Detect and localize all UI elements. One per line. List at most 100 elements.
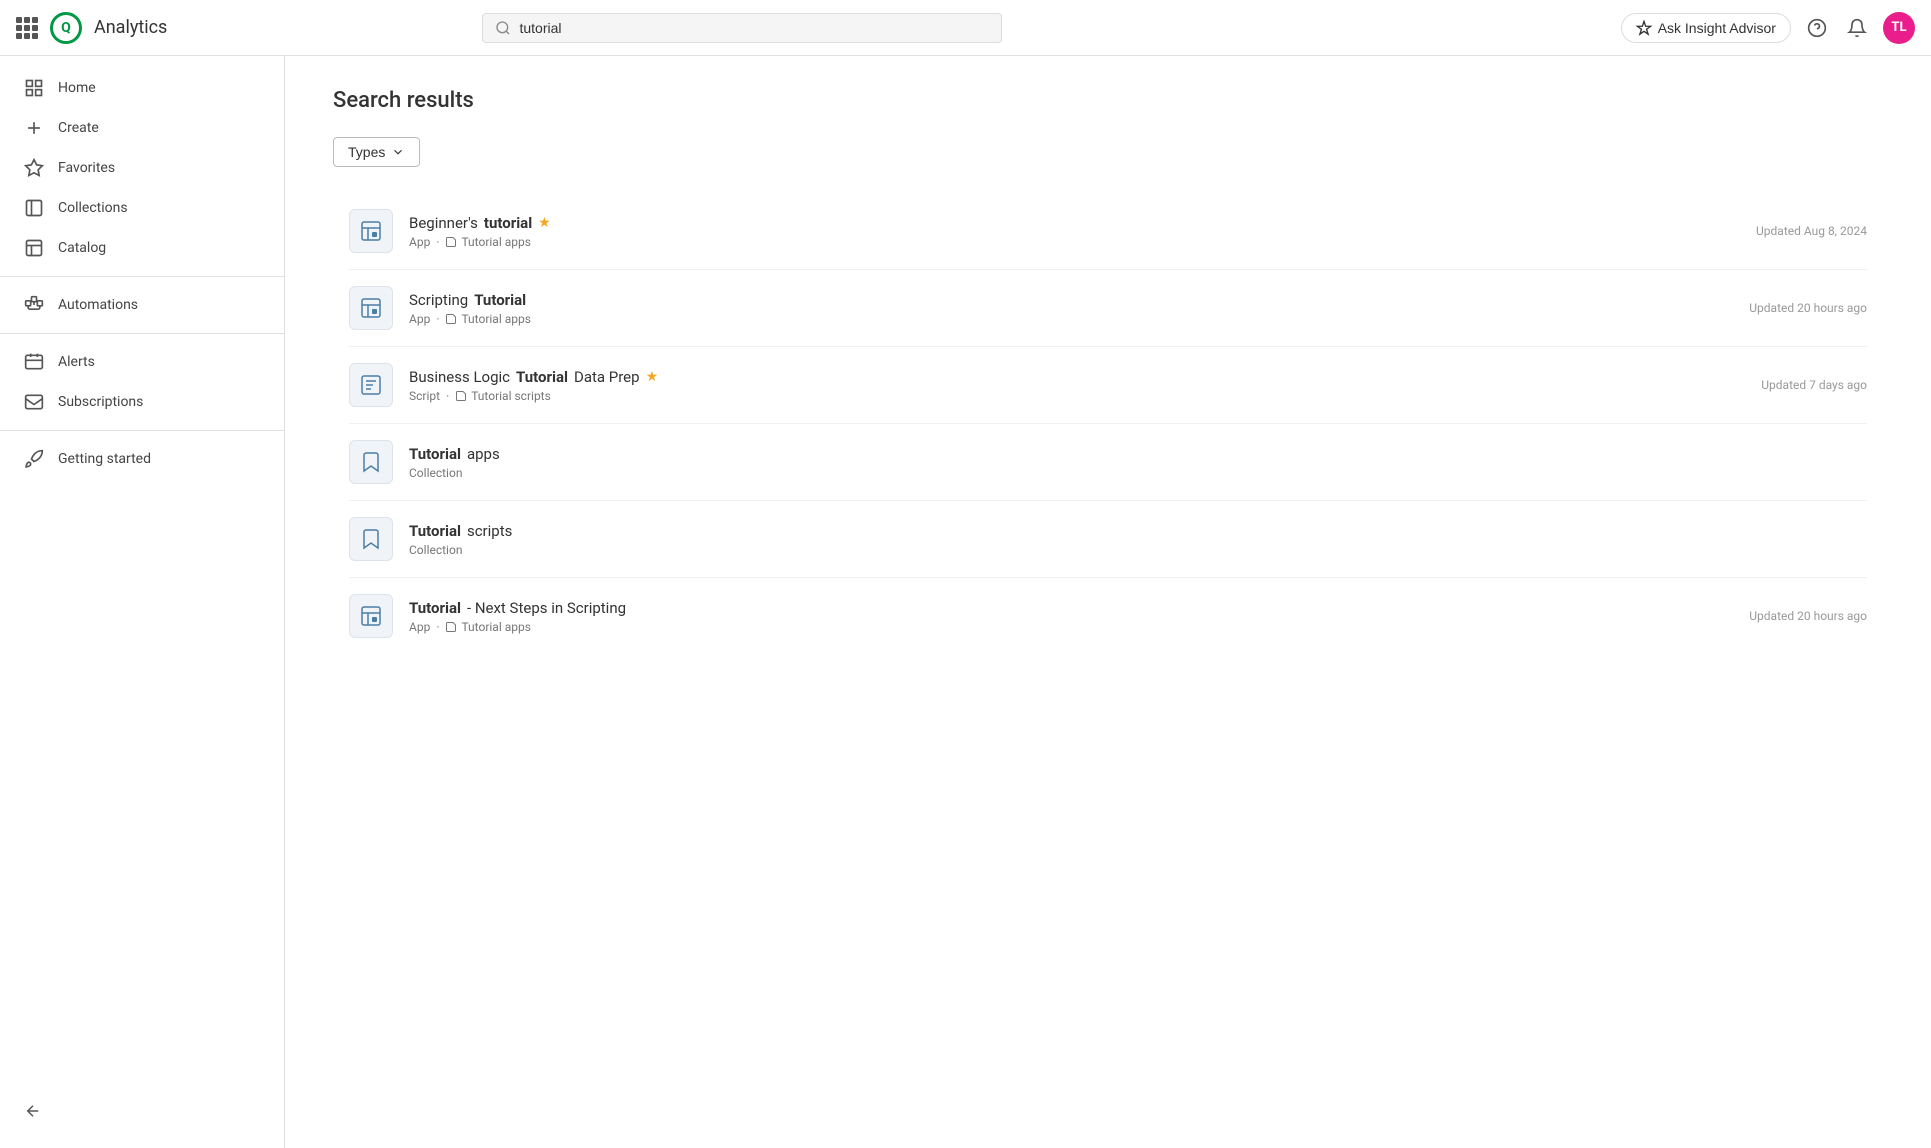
result-divider [349, 500, 1867, 501]
collection-icon [455, 390, 467, 402]
collapse-button[interactable] [24, 1102, 260, 1120]
search-input[interactable] [519, 20, 989, 36]
sidebar-item-favorites-label: Favorites [58, 160, 115, 176]
notifications-button[interactable] [1843, 14, 1871, 42]
result-item[interactable]: Tutorial scripts Collection [333, 503, 1883, 575]
help-icon [1807, 18, 1827, 38]
qlik-logo: Q [50, 12, 82, 44]
result-meta: Collection [409, 466, 1867, 480]
sidebar-item-alerts[interactable]: Alerts [0, 342, 284, 382]
sidebar-item-catalog-label: Catalog [58, 240, 106, 256]
star-icon [24, 158, 44, 178]
result-type: App [409, 312, 430, 326]
title-prefix: Scripting [409, 291, 468, 309]
sidebar-item-getting-started-label: Getting started [58, 451, 151, 467]
star-badge: ★ [538, 215, 551, 231]
bookmark-icon [359, 450, 383, 474]
result-item[interactable]: Business Logic Tutorial Data Prep ★ Scri… [333, 349, 1883, 421]
nav-divider-3 [0, 430, 284, 431]
sidebar-item-catalog[interactable]: Catalog [0, 228, 284, 268]
sidebar-item-automations[interactable]: Automations [0, 285, 284, 325]
help-button[interactable] [1803, 14, 1831, 42]
title-bold: Tutorial [516, 368, 568, 386]
nav-divider-2 [0, 333, 284, 334]
automations-icon [24, 295, 44, 315]
grid-menu-icon[interactable] [16, 17, 38, 39]
topbar: Q Analytics Ask Insight Advisor TL [0, 0, 1931, 56]
sidebar-item-favorites[interactable]: Favorites [0, 148, 284, 188]
sidebar-item-collections-label: Collections [58, 200, 128, 216]
result-body: Tutorial scripts Collection [409, 522, 1867, 557]
collection-name: Tutorial apps [461, 312, 530, 326]
result-icon-script [349, 363, 393, 407]
insight-advisor-button[interactable]: Ask Insight Advisor [1621, 13, 1791, 43]
result-item[interactable]: Tutorial apps Collection [333, 426, 1883, 498]
title-suffix: apps [467, 445, 500, 463]
sidebar-collapse-area [0, 1086, 284, 1136]
collection-icon [445, 236, 457, 248]
title-bold: Tutorial [409, 522, 461, 540]
sidebar-item-subscriptions[interactable]: Subscriptions [0, 382, 284, 422]
result-date: Updated Aug 8, 2024 [1732, 224, 1867, 238]
result-icon-app [349, 286, 393, 330]
result-type: Collection [409, 543, 462, 557]
result-body: Scripting Tutorial App · Tutorial apps [409, 291, 1725, 326]
result-date: Updated 20 hours ago [1725, 301, 1867, 315]
qlik-logo-circle: Q [50, 12, 82, 44]
result-divider [349, 423, 1867, 424]
result-icon-collection [349, 517, 393, 561]
result-collection: Tutorial scripts [455, 389, 551, 403]
main-content: Search results Types Beginner's [285, 56, 1931, 1148]
sidebar: Home Create Favorites Collections [0, 56, 285, 1148]
result-meta: Script · Tutorial scripts [409, 389, 1737, 403]
result-item[interactable]: Tutorial - Next Steps in Scripting App ·… [333, 580, 1883, 652]
result-type: Script [409, 389, 440, 403]
alerts-icon [24, 352, 44, 372]
sidebar-item-getting-started[interactable]: Getting started [0, 439, 284, 479]
home-icon [24, 78, 44, 98]
result-title: Tutorial scripts [409, 522, 1867, 540]
create-icon [24, 118, 44, 138]
result-meta: App · Tutorial apps [409, 235, 1732, 249]
result-date: Updated 7 days ago [1737, 378, 1867, 392]
app-icon [359, 296, 383, 320]
sidebar-item-home[interactable]: Home [0, 68, 284, 108]
app-icon [359, 604, 383, 628]
sidebar-item-create-label: Create [58, 120, 99, 136]
result-icon-app [349, 594, 393, 638]
title-bold: Tutorial [474, 291, 526, 309]
collapse-icon [24, 1102, 42, 1120]
types-filter-button[interactable]: Types [333, 137, 420, 167]
collection-name: Tutorial apps [461, 620, 530, 634]
star-badge: ★ [646, 369, 659, 385]
search-bar[interactable] [482, 13, 1002, 43]
collection-icon [445, 313, 457, 325]
title-bold: tutorial [484, 214, 532, 232]
layout: Home Create Favorites Collections [0, 56, 1931, 1148]
result-item[interactable]: Beginner's tutorial ★ App · Tutorial app… [333, 195, 1883, 267]
script-icon [359, 373, 383, 397]
topbar-left: Q Analytics [16, 12, 167, 44]
avatar[interactable]: TL [1883, 12, 1915, 44]
collection-name: Tutorial scripts [471, 389, 551, 403]
bell-icon [1847, 18, 1867, 38]
result-icon-app [349, 209, 393, 253]
sidebar-item-collections[interactable]: Collections [0, 188, 284, 228]
result-type: Collection [409, 466, 462, 480]
result-type: App [409, 620, 430, 634]
result-meta: App · Tutorial apps [409, 620, 1725, 634]
app-icon [359, 219, 383, 243]
bookmark-icon [359, 527, 383, 551]
sidebar-item-alerts-label: Alerts [58, 354, 95, 370]
title-suffix: - Next Steps in Scripting [467, 599, 626, 617]
sidebar-item-automations-label: Automations [58, 297, 138, 313]
results-list: Beginner's tutorial ★ App · Tutorial app… [333, 195, 1883, 652]
result-item[interactable]: Scripting Tutorial App · Tutorial apps [333, 272, 1883, 344]
result-collection: Tutorial apps [445, 312, 530, 326]
title-suffix: Data Prep [574, 368, 640, 386]
title-prefix: Business Logic [409, 368, 510, 386]
sidebar-item-create[interactable]: Create [0, 108, 284, 148]
nav-divider-1 [0, 276, 284, 277]
result-meta: Collection [409, 543, 1867, 557]
result-meta: App · Tutorial apps [409, 312, 1725, 326]
